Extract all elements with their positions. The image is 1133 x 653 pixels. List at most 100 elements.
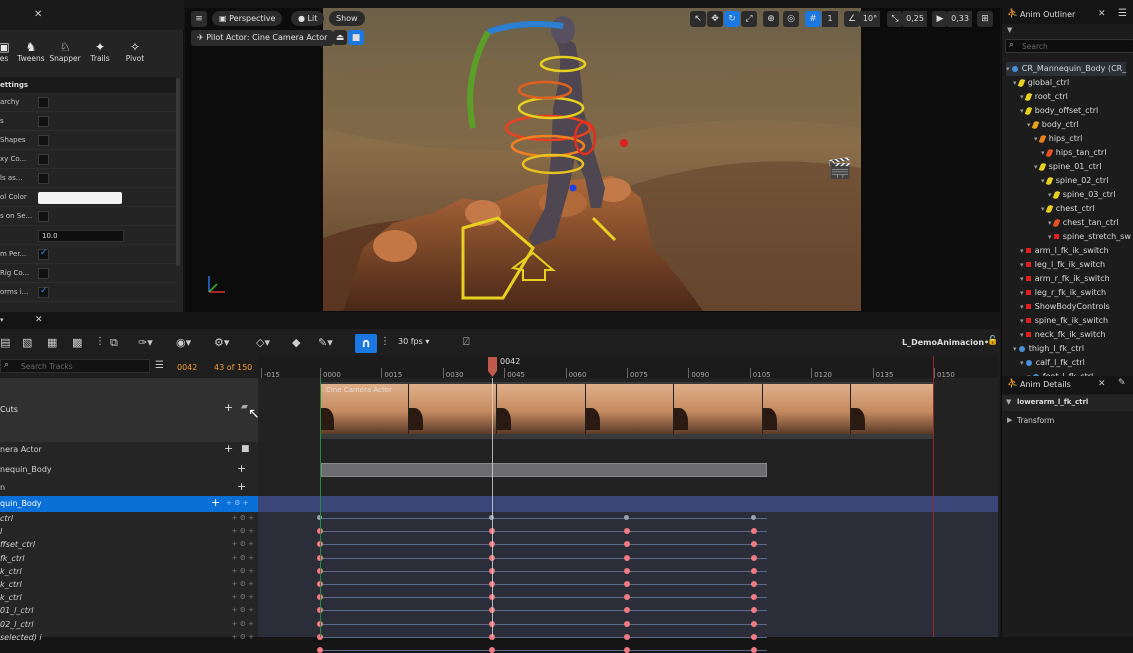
settings-row[interactable]: ol Color bbox=[0, 189, 175, 207]
keyframe[interactable] bbox=[750, 554, 757, 561]
control-track-row[interactable]: 02_l_ctrl + ⚙ + bbox=[0, 618, 258, 631]
filter-icon[interactable]: ☰ bbox=[155, 360, 164, 371]
keyframe[interactable] bbox=[624, 567, 630, 574]
checkbox[interactable] bbox=[38, 97, 49, 108]
eject-pilot-icon[interactable]: ⏏ bbox=[333, 30, 347, 45]
camera-actor-icon[interactable]: 🎬 bbox=[827, 156, 855, 182]
rotation-snap-icon[interactable]: ∠ bbox=[844, 11, 860, 27]
expand-arrow-icon[interactable]: ▾ bbox=[1020, 359, 1026, 367]
key-options-icon[interactable]: + ⚙ + bbox=[232, 512, 254, 525]
checkbox[interactable] bbox=[38, 268, 49, 279]
close-icon[interactable]: ✕ bbox=[1098, 9, 1106, 19]
outliner-item[interactable]: ▾ leg_l_fk_ik_switch bbox=[1020, 258, 1105, 272]
selected-track-lane[interactable] bbox=[258, 496, 998, 512]
export-icon[interactable]: ⧉ bbox=[110, 336, 118, 350]
settings-row[interactable]: archy bbox=[0, 94, 175, 112]
key-options-icon[interactable]: + ⚙ + bbox=[232, 552, 254, 565]
keyframe[interactable] bbox=[750, 647, 757, 653]
settings-section-header[interactable]: ettings bbox=[0, 77, 176, 93]
key-options-icon[interactable]: + ⚙ + bbox=[232, 604, 254, 617]
keyframe[interactable] bbox=[624, 528, 630, 535]
tool-button-pivot[interactable]: ✧ Pivot bbox=[118, 40, 152, 63]
show-button[interactable]: Show bbox=[329, 11, 365, 26]
animation-track[interactable]: n + bbox=[0, 480, 258, 496]
close-icon[interactable]: ✕ bbox=[1098, 379, 1106, 389]
control-track-row[interactable]: k_ctrl + ⚙ + bbox=[0, 591, 258, 604]
keyframe[interactable] bbox=[624, 554, 630, 561]
add-icon[interactable]: + bbox=[224, 442, 233, 455]
number-field[interactable]: 10.0 bbox=[38, 230, 124, 242]
keyframe[interactable] bbox=[624, 581, 630, 587]
add-icon[interactable]: + bbox=[237, 480, 246, 493]
menu-icon[interactable]: ☰ bbox=[1118, 8, 1127, 19]
lit-button[interactable]: ● Lit bbox=[291, 11, 325, 26]
outliner-item[interactable]: ▾ body_ctrl bbox=[1027, 118, 1079, 132]
view-options-icon[interactable]: ◉▾ bbox=[176, 336, 191, 349]
close-icon[interactable]: ✕ bbox=[35, 315, 43, 325]
keyframe[interactable] bbox=[624, 647, 630, 653]
rotate-icon[interactable]: ↻ bbox=[724, 11, 740, 27]
lock-icon[interactable]: 🔓 bbox=[987, 336, 998, 346]
settings-row[interactable]: m Per... bbox=[0, 246, 175, 264]
render-movie-icon[interactable]: ▦ bbox=[47, 336, 57, 349]
outliner-tab[interactable]: ⛹ Anim Outliner ✕ ☰ bbox=[1002, 6, 1133, 24]
camera-icon[interactable]: ▰ bbox=[241, 402, 248, 412]
more-icon[interactable]: ⋮ bbox=[95, 336, 105, 347]
checkbox[interactable] bbox=[38, 173, 49, 184]
settings-row[interactable]: s on Se... bbox=[0, 208, 175, 226]
viewport-scene[interactable]: 🎬 bbox=[323, 8, 861, 311]
camera-actor-track[interactable]: nera Actor + ■ bbox=[0, 442, 258, 458]
mannequin-body-track[interactable]: nequin_Body + bbox=[0, 462, 258, 478]
keyframe[interactable] bbox=[750, 541, 757, 548]
control-track-row[interactable]: 01_l_ctrl + ⚙ + bbox=[0, 604, 258, 617]
transform-section[interactable]: ▶ Transform bbox=[1002, 414, 1133, 428]
outliner-item[interactable]: ▾ chest_ctrl bbox=[1041, 202, 1095, 216]
settings-row[interactable]: orms i... bbox=[0, 284, 175, 302]
playback-options-icon[interactable]: ⚙▾ bbox=[214, 336, 229, 349]
translate-icon[interactable]: ✥ bbox=[707, 11, 723, 27]
checkbox[interactable] bbox=[38, 248, 49, 260]
scale-snap-icon[interactable]: ⤡ bbox=[887, 11, 903, 27]
edit-mode-icon[interactable]: ✎▾ bbox=[318, 336, 333, 349]
checkbox[interactable] bbox=[38, 211, 49, 222]
world-space-icon[interactable]: ⊕ bbox=[763, 11, 779, 27]
layout-icon[interactable]: ⊞ bbox=[977, 11, 993, 27]
outliner-item[interactable]: ▾ calf_l_fk_ctrl bbox=[1020, 356, 1085, 370]
surface-snap-icon[interactable]: ◎ bbox=[783, 11, 799, 27]
curve-editor-icon[interactable]: ⍁ bbox=[463, 335, 470, 349]
keyframe[interactable] bbox=[750, 620, 757, 627]
add-icon[interactable]: + bbox=[211, 496, 220, 509]
keyframe[interactable] bbox=[624, 541, 630, 548]
keyframe[interactable] bbox=[750, 515, 756, 520]
key-options-icon[interactable]: + ⚙ + bbox=[232, 525, 254, 538]
tool-button-tweens[interactable]: ♞ Tweens bbox=[14, 40, 48, 63]
mannequin-body-section[interactable] bbox=[321, 463, 767, 477]
settings-row[interactable]: xy Co... bbox=[0, 151, 175, 169]
outliner-item[interactable]: ▾ arm_l_fk_ik_switch bbox=[1020, 244, 1109, 258]
outliner-item[interactable]: ▾ spine_fk_ik_switch bbox=[1020, 314, 1108, 328]
keyframe[interactable] bbox=[624, 607, 630, 614]
outliner-item[interactable]: ▾ spine_01_ctrl bbox=[1034, 160, 1101, 174]
camera-icon[interactable]: ■ bbox=[241, 444, 250, 454]
keyframe-area[interactable] bbox=[258, 512, 998, 653]
auto-key-icon[interactable]: ◆ bbox=[292, 336, 300, 349]
key-options-icon[interactable]: + ⚙ + bbox=[226, 499, 248, 507]
keyframe[interactable] bbox=[624, 515, 629, 520]
current-frame-field[interactable]: 0042 bbox=[177, 363, 197, 372]
keyframe[interactable] bbox=[317, 647, 323, 653]
settings-scrollbar[interactable] bbox=[176, 78, 180, 266]
find-asset-icon[interactable]: ▧ bbox=[22, 336, 32, 349]
perspective-button[interactable]: ▣ Perspective bbox=[212, 11, 283, 26]
color-swatch[interactable] bbox=[38, 192, 122, 204]
keyframe[interactable] bbox=[750, 567, 757, 574]
key-options-icon[interactable]: + ⚙ + bbox=[232, 538, 254, 551]
viewport-menu-icon[interactable]: ≡ bbox=[191, 11, 207, 27]
keyframe[interactable] bbox=[624, 594, 630, 601]
outliner-item[interactable]: ▾ arm_r_fk_ik_switch bbox=[1020, 272, 1110, 286]
control-track-row[interactable]: k_ctrl + ⚙ + bbox=[0, 578, 258, 591]
tool-button-snapper[interactable]: ♘ Snapper bbox=[48, 40, 82, 63]
add-icon[interactable]: + bbox=[237, 462, 246, 475]
keyframe[interactable] bbox=[488, 647, 495, 653]
keyframe[interactable] bbox=[750, 528, 757, 535]
outliner-item[interactable]: ▾ root_ctrl bbox=[1020, 90, 1068, 104]
